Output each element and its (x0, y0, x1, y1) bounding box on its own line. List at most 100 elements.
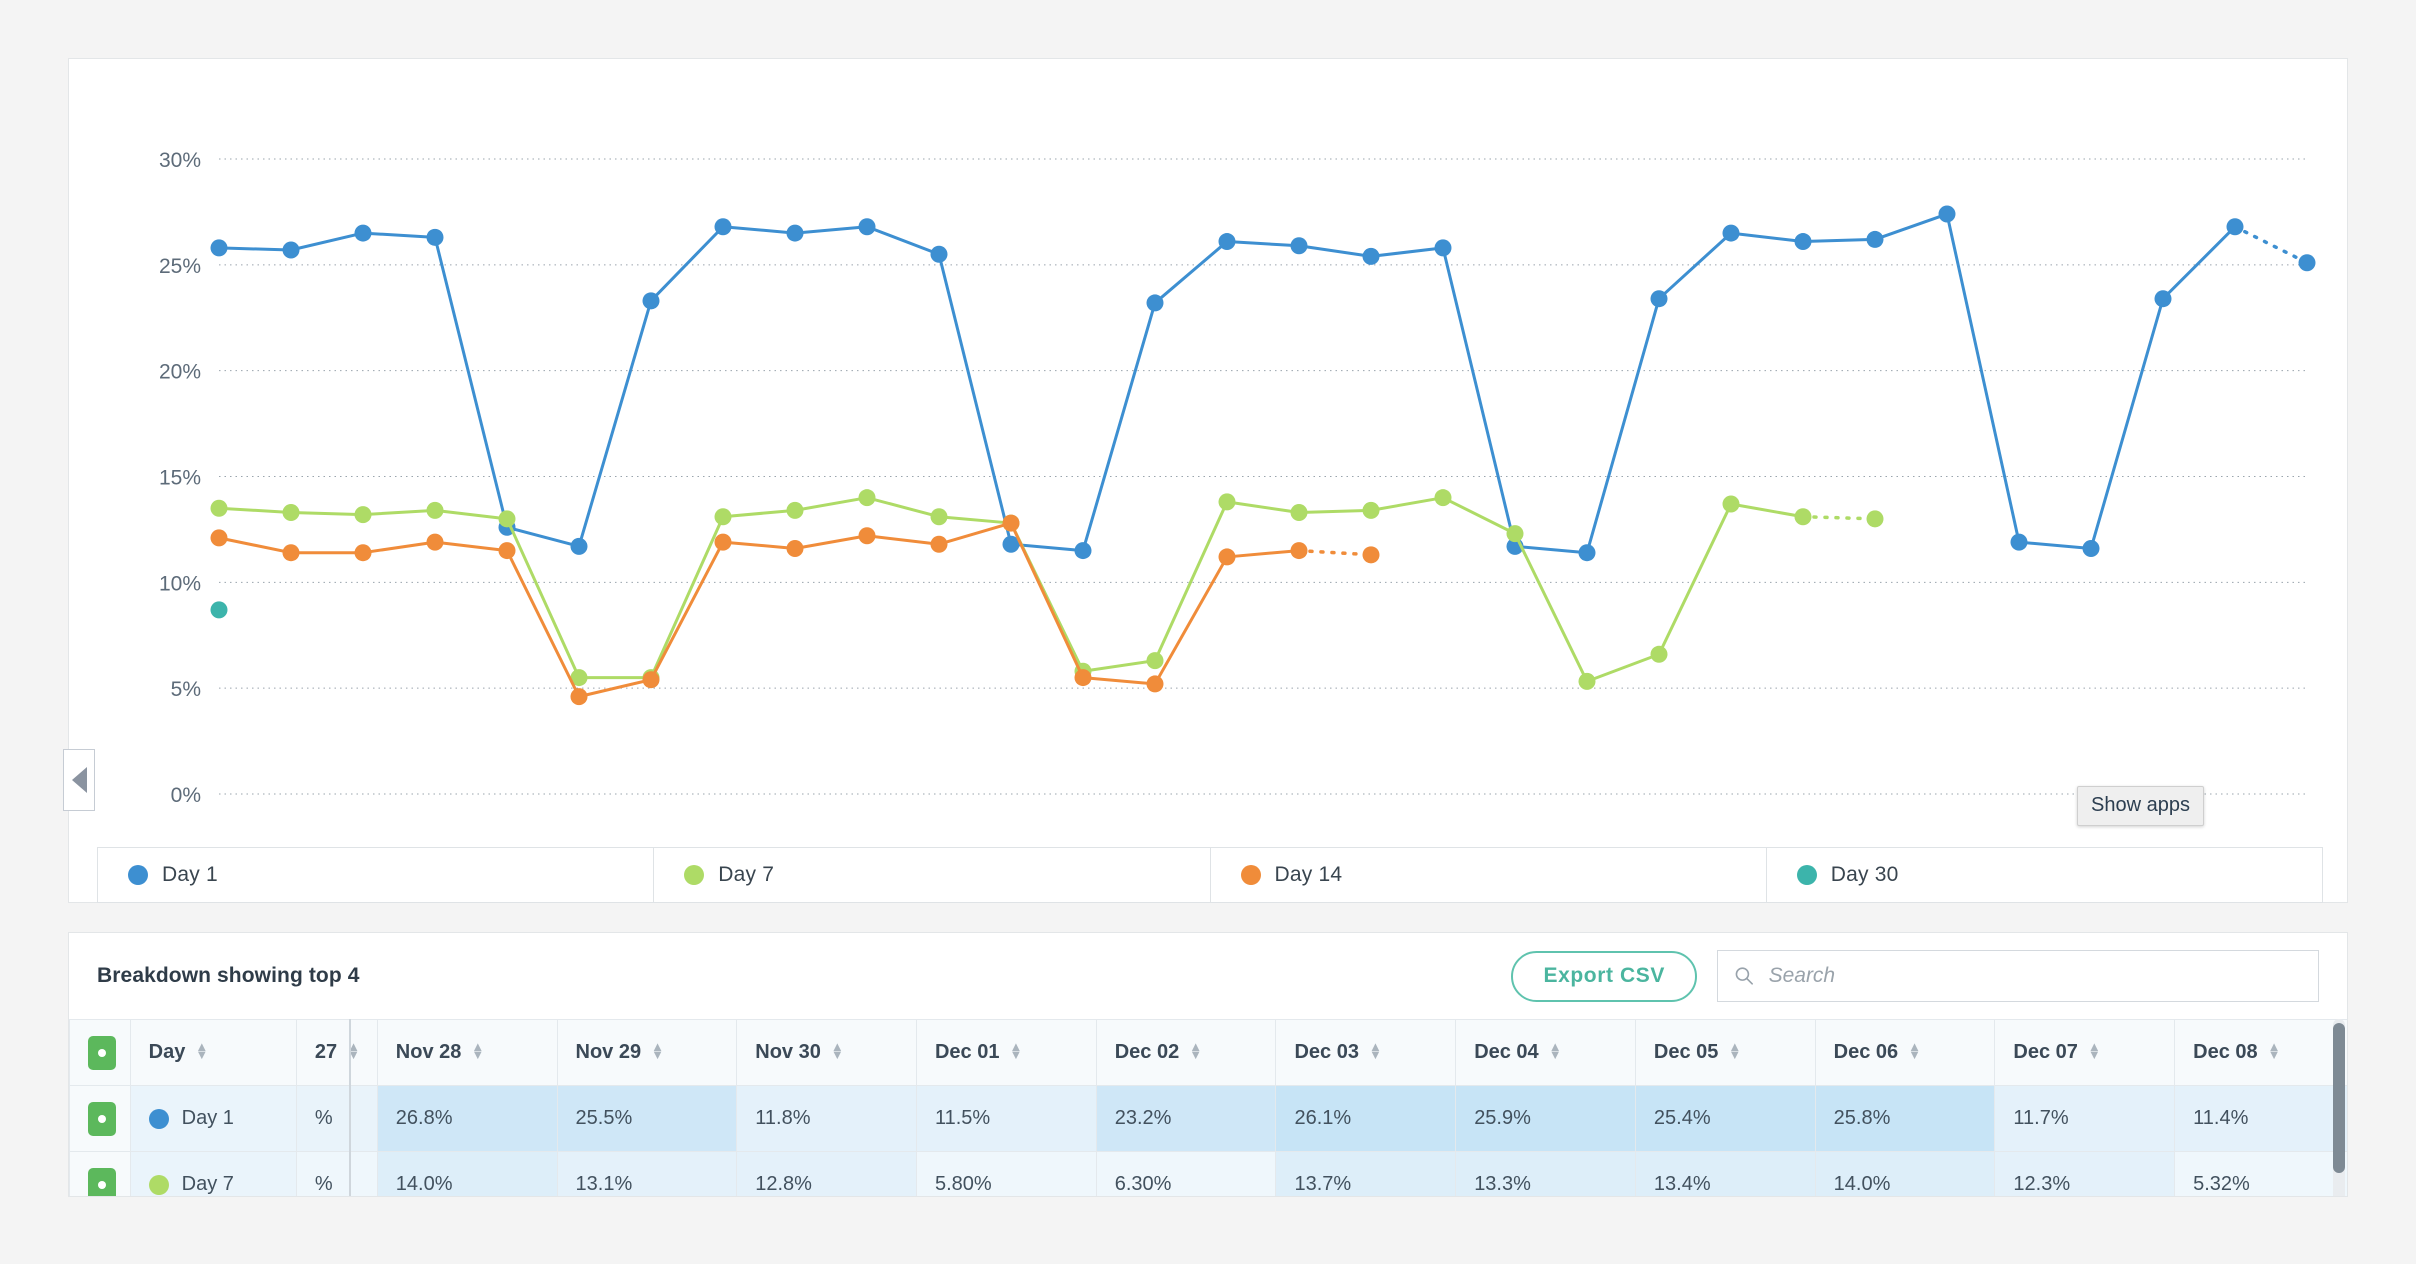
data-point-marker[interactable] (787, 540, 804, 557)
data-point-marker[interactable] (499, 510, 516, 527)
table-scroll-region[interactable]: Day▲▼27▲▼Nov 28▲▼Nov 29▲▼Nov 30▲▼Dec 01▲… (69, 1019, 2348, 1197)
sort-toggle-icon[interactable]: ▲▼ (2088, 1043, 2102, 1059)
column-header-day[interactable]: Day▲▼ (130, 1020, 296, 1086)
data-point-marker[interactable] (283, 544, 300, 561)
data-point-marker[interactable] (1435, 489, 1452, 506)
header-toggle-all[interactable] (70, 1020, 131, 1086)
visibility-toggle-icon[interactable] (88, 1102, 116, 1136)
legend-item-day-14[interactable]: Day 14 (1211, 848, 1767, 902)
data-point-marker[interactable] (1939, 206, 1956, 223)
data-point-marker[interactable] (571, 538, 588, 555)
sort-toggle-icon[interactable]: ▲▼ (471, 1043, 485, 1059)
data-point-marker[interactable] (355, 506, 372, 523)
column-header-dec-08[interactable]: Dec 08▲▼ (2175, 1020, 2348, 1086)
data-point-marker[interactable] (283, 504, 300, 521)
data-point-marker[interactable] (1435, 239, 1452, 256)
data-point-marker[interactable] (1723, 496, 1740, 513)
visibility-toggle-icon[interactable] (88, 1036, 116, 1070)
search-input[interactable] (1767, 963, 2302, 989)
data-point-marker[interactable] (2299, 254, 2316, 271)
column-header-27[interactable]: 27▲▼ (296, 1020, 377, 1086)
data-point-marker[interactable] (715, 508, 732, 525)
column-header-nov-28[interactable]: Nov 28▲▼ (377, 1020, 557, 1086)
data-point-marker[interactable] (2155, 290, 2172, 307)
data-point-marker[interactable] (1147, 294, 1164, 311)
column-header-nov-29[interactable]: Nov 29▲▼ (557, 1020, 737, 1086)
data-point-marker[interactable] (787, 502, 804, 519)
data-point-marker[interactable] (859, 527, 876, 544)
visibility-toggle-icon[interactable] (88, 1168, 116, 1198)
data-point-marker[interactable] (1651, 646, 1668, 663)
data-point-marker[interactable] (1507, 525, 1524, 542)
data-point-marker[interactable] (1219, 493, 1236, 510)
legend-item-day-1[interactable]: Day 1 (98, 848, 654, 902)
data-point-marker[interactable] (1795, 508, 1812, 525)
legend-item-day-7[interactable]: Day 7 (654, 848, 1210, 902)
data-point-marker[interactable] (1579, 673, 1596, 690)
sort-toggle-icon[interactable]: ▲▼ (1549, 1043, 1563, 1059)
column-header-dec-04[interactable]: Dec 04▲▼ (1456, 1020, 1636, 1086)
column-header-dec-07[interactable]: Dec 07▲▼ (1995, 1020, 2175, 1086)
data-point-marker[interactable] (1291, 237, 1308, 254)
data-point-marker[interactable] (859, 218, 876, 235)
data-point-marker[interactable] (1219, 548, 1236, 565)
data-point-marker[interactable] (643, 292, 660, 309)
sort-toggle-icon[interactable]: ▲▼ (651, 1043, 665, 1059)
data-point-marker[interactable] (715, 218, 732, 235)
sort-toggle-icon[interactable]: ▲▼ (195, 1043, 209, 1059)
search-box[interactable] (1717, 950, 2319, 1002)
data-point-marker[interactable] (1147, 652, 1164, 669)
row-visibility-toggle[interactable] (70, 1086, 131, 1152)
data-point-marker[interactable] (1579, 544, 1596, 561)
table-row[interactable]: Day 7%14.0%13.1%12.8%5.80%6.30%13.7%13.3… (70, 1152, 2349, 1198)
column-header-dec-05[interactable]: Dec 05▲▼ (1635, 1020, 1815, 1086)
table-scrollbar-thumb[interactable] (2333, 1023, 2345, 1173)
export-csv-button[interactable]: Export CSV (1511, 951, 1697, 1002)
data-point-marker[interactable] (571, 688, 588, 705)
column-header-dec-03[interactable]: Dec 03▲▼ (1276, 1020, 1456, 1086)
table-row[interactable]: Day 1%26.8%25.5%11.8%11.5%23.2%26.1%25.9… (70, 1086, 2349, 1152)
data-point-marker[interactable] (1867, 231, 1884, 248)
retention-line-chart[interactable]: 0%5%10%15%20%25%30%Nov 20Nov 22Nov 24Nov… (69, 59, 2349, 819)
data-point-marker[interactable] (427, 534, 444, 551)
data-point-marker[interactable] (2083, 540, 2100, 557)
data-point-marker[interactable] (1147, 675, 1164, 692)
data-point-marker[interactable] (1291, 542, 1308, 559)
data-point-marker[interactable] (355, 225, 372, 242)
data-point-marker[interactable] (931, 536, 948, 553)
data-point-marker[interactable] (1219, 233, 1236, 250)
data-point-marker[interactable] (211, 601, 228, 618)
data-point-marker[interactable] (211, 529, 228, 546)
data-point-marker[interactable] (1003, 515, 1020, 532)
data-point-marker[interactable] (715, 534, 732, 551)
column-header-nov-30[interactable]: Nov 30▲▼ (737, 1020, 917, 1086)
sort-toggle-icon[interactable]: ▲▼ (2268, 1043, 2282, 1059)
series-day-7[interactable] (211, 489, 1884, 690)
series-day-14[interactable] (211, 515, 1380, 706)
data-point-marker[interactable] (499, 542, 516, 559)
sort-toggle-icon[interactable]: ▲▼ (1369, 1043, 1383, 1059)
legend-item-day-30[interactable]: Day 30 (1767, 848, 2322, 902)
data-point-marker[interactable] (787, 225, 804, 242)
data-point-marker[interactable] (1363, 248, 1380, 265)
column-header-dec-01[interactable]: Dec 01▲▼ (916, 1020, 1096, 1086)
data-point-marker[interactable] (1363, 546, 1380, 563)
data-point-marker[interactable] (427, 502, 444, 519)
sort-toggle-icon[interactable]: ▲▼ (831, 1043, 845, 1059)
data-point-marker[interactable] (1651, 290, 1668, 307)
column-header-dec-02[interactable]: Dec 02▲▼ (1096, 1020, 1276, 1086)
sort-toggle-icon[interactable]: ▲▼ (1009, 1043, 1023, 1059)
data-point-marker[interactable] (859, 489, 876, 506)
data-point-marker[interactable] (931, 246, 948, 263)
data-point-marker[interactable] (1795, 233, 1812, 250)
column-header-dec-06[interactable]: Dec 06▲▼ (1815, 1020, 1995, 1086)
data-point-marker[interactable] (1075, 669, 1092, 686)
data-point-marker[interactable] (283, 242, 300, 259)
sort-toggle-icon[interactable]: ▲▼ (1728, 1043, 1742, 1059)
row-visibility-toggle[interactable] (70, 1152, 131, 1198)
data-point-marker[interactable] (643, 671, 660, 688)
sort-toggle-icon[interactable]: ▲▼ (1189, 1043, 1203, 1059)
data-point-marker[interactable] (1867, 510, 1884, 527)
data-point-marker[interactable] (355, 544, 372, 561)
collapse-panel-button[interactable] (63, 749, 95, 811)
